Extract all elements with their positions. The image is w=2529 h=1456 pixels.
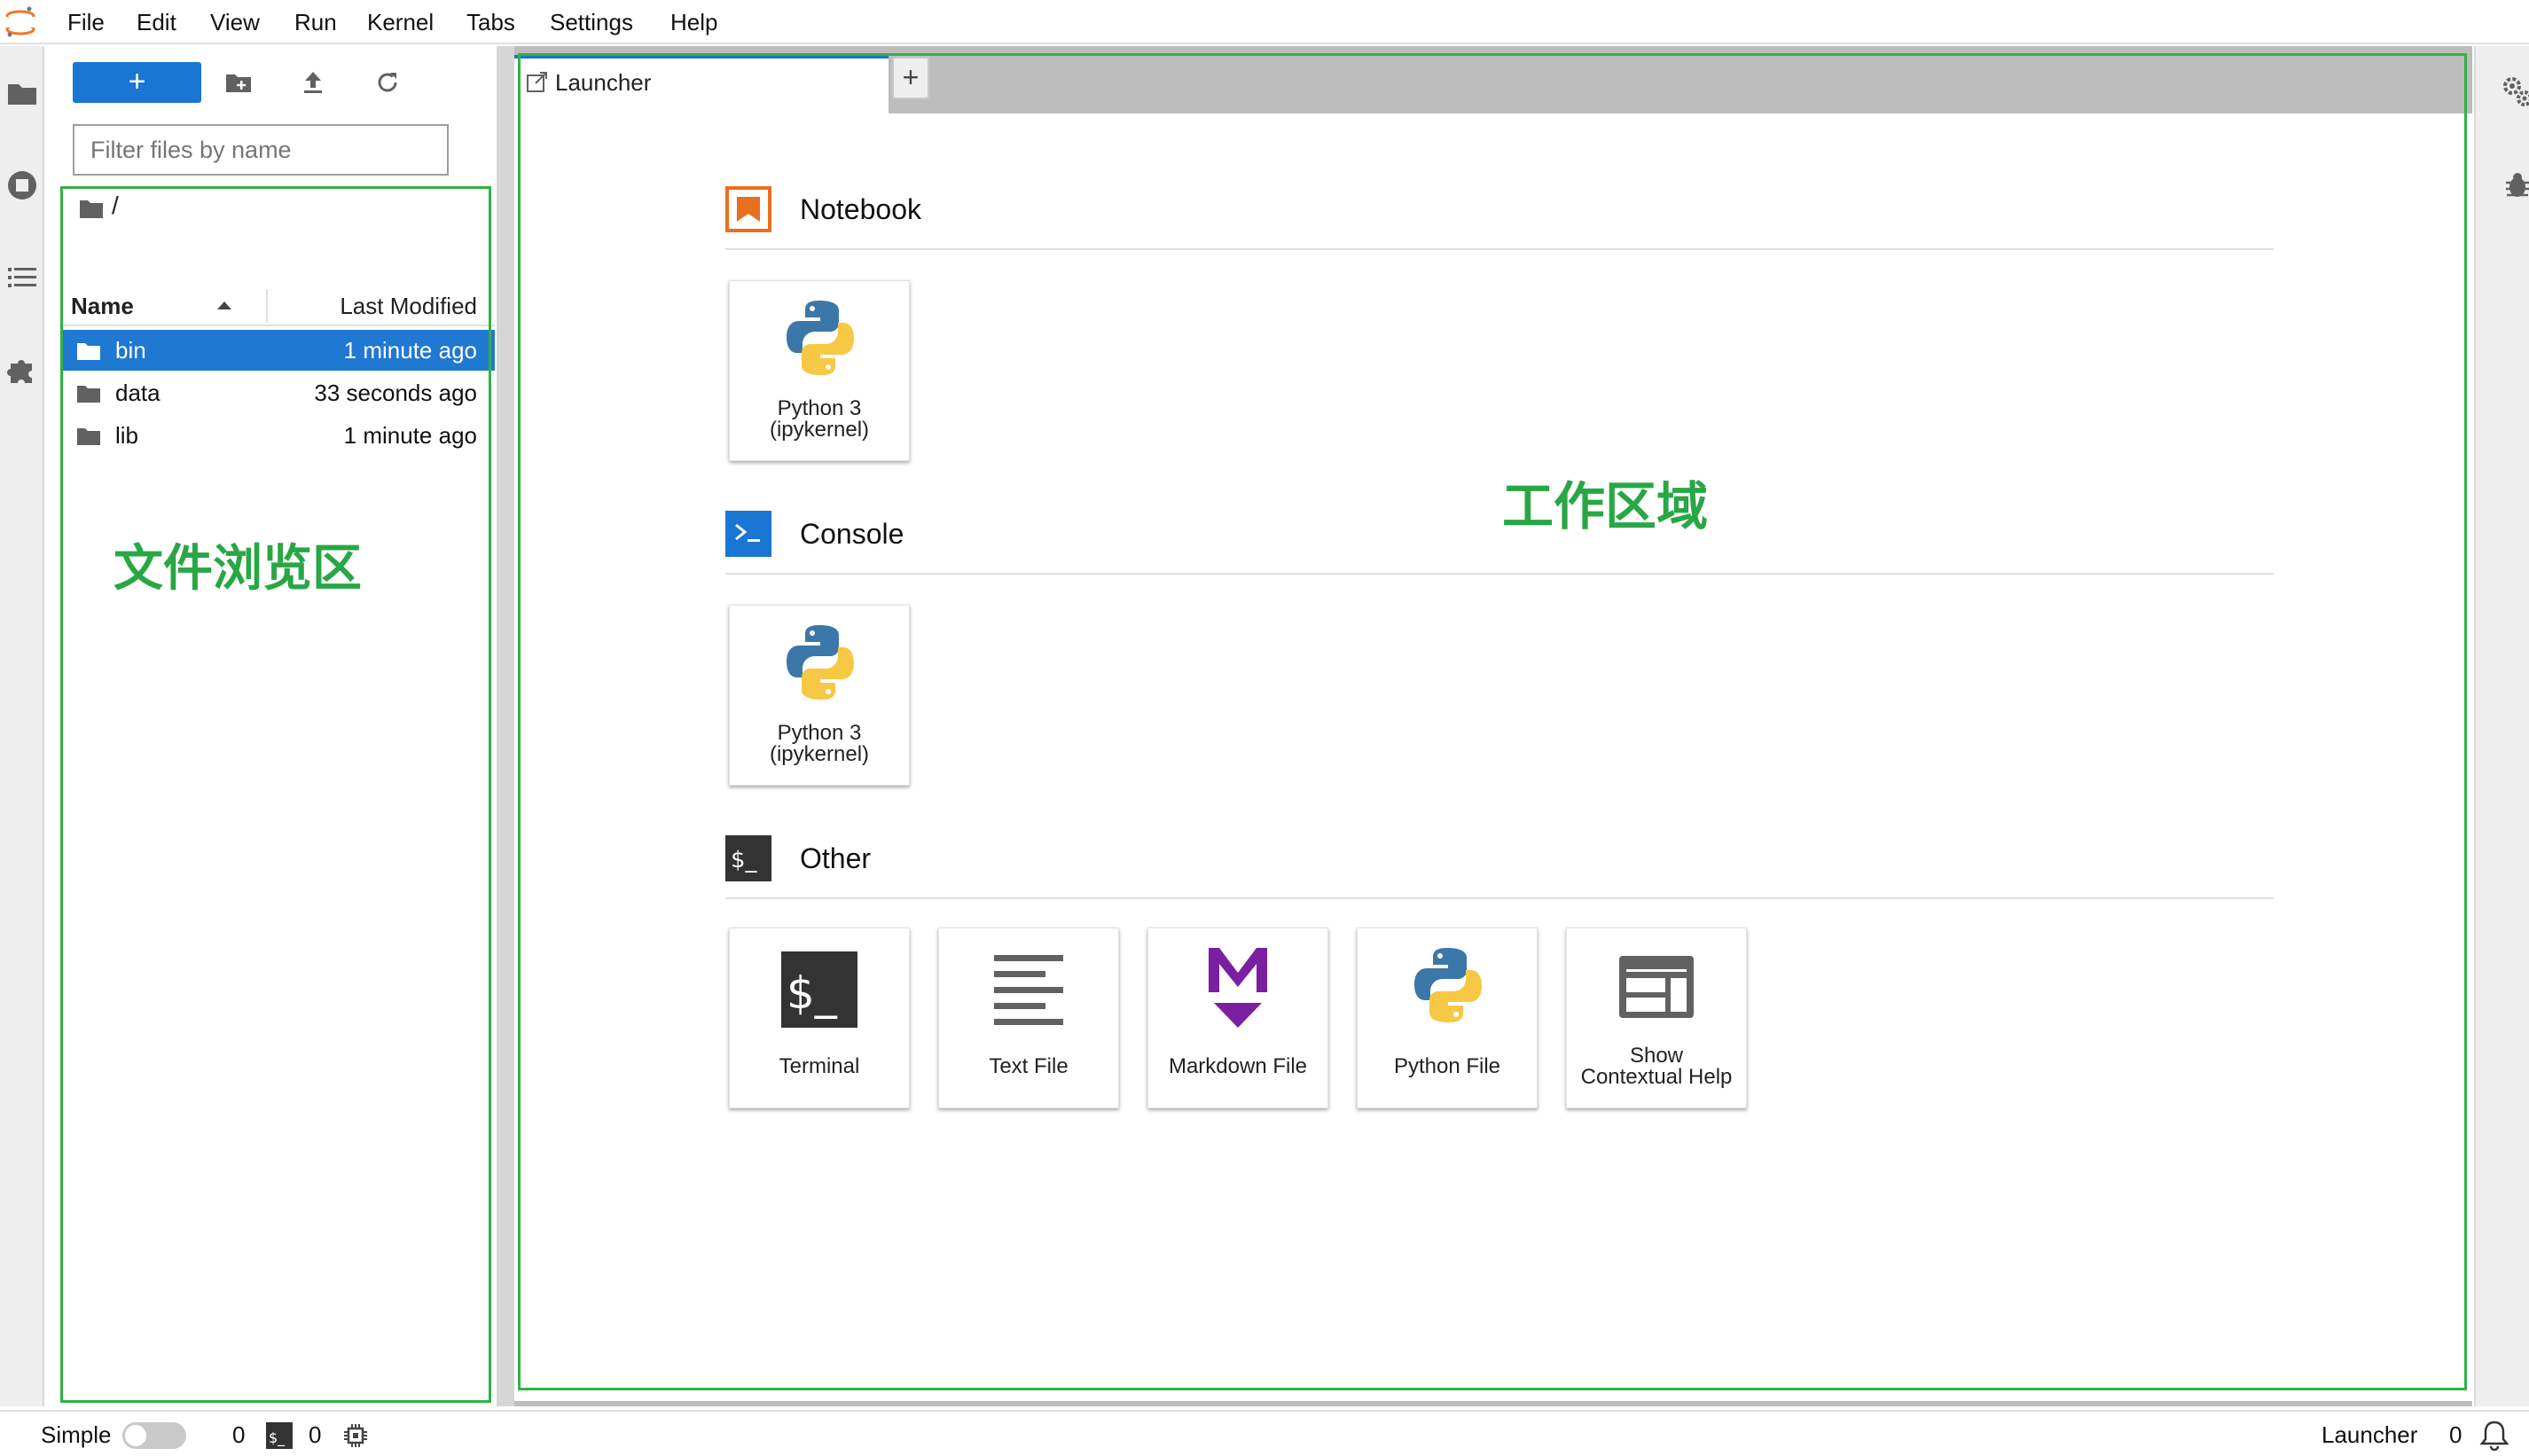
jupyterlab-window: File Edit View Run Kernel Tabs Settings … [0, 0, 2529, 1456]
upload-icon[interactable] [298, 67, 328, 98]
kernel-count[interactable]: 0 [232, 1421, 245, 1449]
menu-run[interactable]: Run [291, 7, 341, 37]
property-inspector-gears-icon[interactable] [2502, 76, 2529, 106]
menu-tabs[interactable]: Tabs [463, 7, 519, 37]
menu-help[interactable]: Help [667, 7, 721, 37]
simple-mode-label: Simple [41, 1421, 112, 1448]
menu-settings[interactable]: Settings [546, 7, 637, 37]
table-of-contents-icon[interactable] [5, 261, 39, 294]
terminal-count[interactable]: 0 [309, 1421, 321, 1449]
debugger-bug-icon[interactable] [2502, 170, 2529, 200]
status-bar: Simple 0 $_ 0 Launcher 0 [0, 1410, 2529, 1456]
new-launcher-button[interactable]: + [73, 62, 201, 103]
work-area-annotation: 工作区域 [1502, 476, 1709, 536]
left-sidebar [0, 46, 44, 1406]
active-tab-name: Launcher [2322, 1421, 2418, 1448]
menu-view[interactable]: View [207, 7, 263, 37]
right-sidebar [2474, 46, 2529, 1406]
toggle-knob [125, 1425, 146, 1446]
folder-icon[interactable] [5, 76, 39, 110]
extension-puzzle-icon[interactable] [5, 353, 39, 387]
menu-kernel[interactable]: Kernel [364, 7, 437, 37]
cpu-chip-icon[interactable] [342, 1422, 369, 1449]
notification-count[interactable]: 0 [2449, 1421, 2462, 1449]
refresh-icon[interactable] [372, 67, 403, 98]
filter-files-input[interactable] [73, 124, 449, 176]
running-sessions-icon[interactable] [5, 168, 39, 202]
simple-mode-toggle[interactable] [122, 1422, 186, 1449]
svg-text:$_: $_ [269, 1429, 286, 1447]
jupyter-logo-icon[interactable] [5, 5, 35, 39]
new-folder-icon[interactable] [223, 67, 254, 98]
work-area-highlight-box [518, 53, 2467, 1390]
terminal-icon[interactable]: $_ [266, 1422, 293, 1449]
menu-file[interactable]: File [64, 7, 108, 37]
menu-bar: File Edit View Run Kernel Tabs Settings … [0, 0, 2529, 44]
panel-splitter[interactable] [497, 46, 514, 1406]
menu-edit[interactable]: Edit [133, 7, 180, 37]
file-browser-annotation: 文件浏览区 [114, 540, 362, 598]
file-browser-highlight-box [60, 186, 491, 1403]
notification-bell-icon[interactable] [2479, 1419, 2509, 1451]
